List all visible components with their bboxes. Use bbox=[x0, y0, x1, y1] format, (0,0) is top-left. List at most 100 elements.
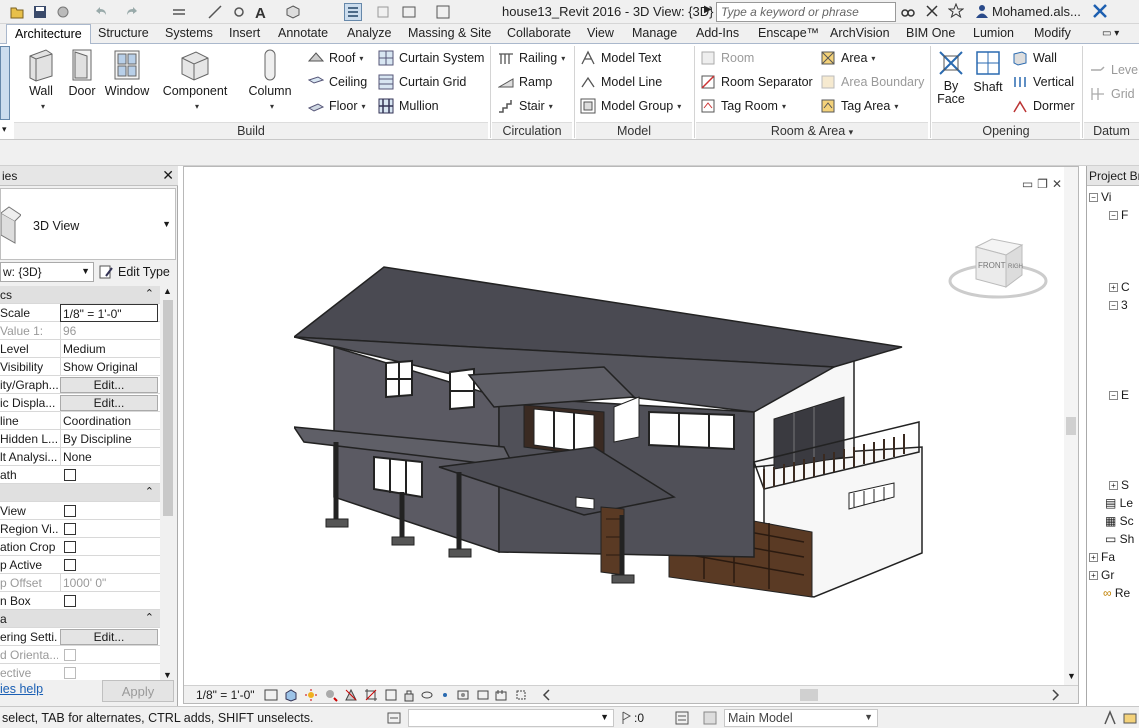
browser-item-families[interactable]: + Fa bbox=[1089, 550, 1115, 564]
property-row[interactable]: ective bbox=[0, 664, 160, 680]
view-vertical-scrollbar[interactable]: ▼ bbox=[1064, 167, 1078, 687]
house-3d-model[interactable] bbox=[294, 257, 944, 607]
stair-dropdown-icon[interactable]: ▾ bbox=[549, 102, 553, 111]
browser-item-views[interactable]: − Vi bbox=[1089, 190, 1111, 204]
property-value[interactable]: Medium bbox=[60, 340, 158, 358]
property-row[interactable]: ation Crop bbox=[0, 538, 160, 556]
tab-structure[interactable]: Structure bbox=[98, 26, 149, 40]
switch-windows-icon[interactable] bbox=[400, 3, 418, 21]
3d-view-icon[interactable] bbox=[284, 3, 302, 21]
property-checkbox[interactable] bbox=[64, 649, 76, 661]
active-workset-select[interactable]: ▼ bbox=[408, 709, 614, 727]
property-checkbox[interactable] bbox=[64, 523, 76, 535]
worksets-icon[interactable] bbox=[386, 710, 402, 726]
model-line-button[interactable]: Model Line bbox=[580, 72, 662, 92]
browser-item[interactable]: − E bbox=[1109, 388, 1129, 402]
undo-icon[interactable] bbox=[92, 3, 110, 21]
by-face-button[interactable]: By Face bbox=[934, 48, 968, 106]
mullion-button[interactable]: Mullion bbox=[378, 96, 439, 116]
modify-select-button[interactable] bbox=[0, 46, 10, 120]
shaft-button[interactable]: Shaft bbox=[970, 48, 1006, 94]
roof-button[interactable]: Roof ▾ bbox=[308, 48, 363, 68]
crop-view-icon[interactable] bbox=[364, 688, 378, 702]
browser-item[interactable]: − F bbox=[1109, 208, 1128, 222]
properties-help-link[interactable]: ies help bbox=[0, 682, 43, 696]
close-icon[interactable]: ✕ bbox=[162, 167, 174, 184]
reveal-hidden-icon[interactable] bbox=[438, 688, 452, 702]
tag-area-dropdown-icon[interactable]: ▾ bbox=[894, 102, 898, 111]
tab-archvision[interactable]: ArchVision bbox=[830, 26, 890, 40]
tag-room-dropdown-icon[interactable]: ▾ bbox=[782, 102, 786, 111]
dormer-button[interactable]: Dormer bbox=[1012, 96, 1075, 116]
property-edit-button[interactable]: Edit... bbox=[60, 629, 158, 645]
property-row[interactable]: d Orienta... bbox=[0, 646, 160, 664]
area-dropdown-icon[interactable]: ▾ bbox=[871, 54, 875, 63]
stair-button[interactable]: Stair ▾ bbox=[498, 96, 553, 116]
collapse-group-icon[interactable]: ⌃ bbox=[145, 287, 154, 300]
view-scale[interactable]: 1/8" = 1'-0" bbox=[196, 688, 255, 702]
property-row[interactable]: ath bbox=[0, 466, 160, 484]
browser-item-groups[interactable]: + Gr bbox=[1089, 568, 1114, 582]
view-cube[interactable]: FRONT RIGH bbox=[948, 235, 1048, 301]
property-row[interactable]: line Coordination bbox=[0, 412, 160, 430]
grid-button[interactable]: Grid bbox=[1090, 84, 1135, 104]
property-checkbox[interactable] bbox=[64, 595, 76, 607]
tab-annotate[interactable]: Annotate bbox=[278, 26, 328, 40]
property-row[interactable]: Scale 1/8" = 1'-0" bbox=[0, 304, 160, 322]
property-value[interactable]: By Discipline bbox=[60, 430, 158, 448]
tab-enscape[interactable]: Enscape™ bbox=[758, 26, 819, 40]
railing-dropdown-icon[interactable]: ▾ bbox=[561, 54, 565, 63]
room-button[interactable]: Room bbox=[700, 48, 754, 68]
type-dropdown-icon[interactable]: ▼ bbox=[162, 219, 171, 229]
property-row[interactable]: Region Vi... bbox=[0, 520, 160, 538]
browser-item-legends[interactable]: ▤ Le bbox=[1105, 496, 1133, 510]
property-value[interactable]: 1/8" = 1'-0" bbox=[60, 304, 158, 322]
property-row[interactable]: Level Medium bbox=[0, 340, 160, 358]
scroll-down-icon[interactable]: ▼ bbox=[163, 670, 172, 680]
property-row[interactable]: ic Displa... Edit... bbox=[0, 394, 160, 412]
floor-button[interactable]: Floor ▾ bbox=[308, 96, 366, 116]
property-value[interactable]: Coordination bbox=[60, 412, 158, 430]
property-checkbox[interactable] bbox=[64, 541, 76, 553]
collapse-group-icon[interactable]: ⌃ bbox=[145, 485, 154, 498]
property-checkbox[interactable] bbox=[64, 469, 76, 481]
dimension-icon[interactable] bbox=[206, 3, 224, 21]
rendering-icon[interactable] bbox=[344, 688, 358, 702]
column-dropdown-icon[interactable]: ▾ bbox=[270, 102, 274, 111]
property-row[interactable]: Visibility Show Original bbox=[0, 358, 160, 376]
area-boundary-button[interactable]: Area Boundary bbox=[820, 72, 924, 92]
area-button[interactable]: Area ▾ bbox=[820, 48, 875, 68]
save-icon[interactable] bbox=[31, 3, 49, 21]
tab-modify[interactable]: Modify bbox=[1034, 26, 1071, 40]
property-edit-button[interactable]: Edit... bbox=[60, 395, 158, 411]
analytical-model-icon[interactable] bbox=[476, 688, 490, 702]
tab-lumion[interactable]: Lumion bbox=[973, 26, 1014, 40]
binoculars-icon[interactable] bbox=[900, 3, 918, 21]
view-vertical-scroll-thumb[interactable] bbox=[1066, 417, 1076, 435]
door-button[interactable]: Door bbox=[66, 48, 98, 98]
tab-massing-site[interactable]: Massing & Site bbox=[408, 26, 491, 40]
3d-view-canvas[interactable]: ▭❐✕ FRONT RIGH ▼ 1/8" = 1'-0" bbox=[183, 166, 1079, 704]
model-text-button[interactable]: Model Text bbox=[580, 48, 661, 68]
property-row[interactable]: ity/Graph... Edit... bbox=[0, 376, 160, 394]
property-row[interactable]: p Offset 1000' 0" bbox=[0, 574, 160, 592]
browser-item-schedules[interactable]: ▦ Sc bbox=[1105, 514, 1134, 528]
property-row[interactable]: n Box bbox=[0, 592, 160, 610]
customize-qat-icon[interactable] bbox=[434, 3, 452, 21]
properties-scroll-thumb[interactable] bbox=[163, 300, 173, 516]
window-button[interactable]: Window bbox=[104, 48, 150, 98]
open-icon[interactable] bbox=[8, 3, 26, 21]
ramp-button[interactable]: Ramp bbox=[498, 72, 552, 92]
visual-style-icon[interactable] bbox=[284, 688, 298, 702]
railing-button[interactable]: Railing ▾ bbox=[498, 48, 565, 68]
component-dropdown-icon[interactable]: ▾ bbox=[195, 102, 199, 111]
select-underlay-icon[interactable] bbox=[1122, 710, 1138, 726]
minimize-view-icon[interactable]: ▭ bbox=[1022, 177, 1037, 191]
user-name[interactable]: Mohamed.als... bbox=[992, 4, 1081, 19]
instance-filter-select[interactable]: w: {3D} ▼ bbox=[0, 262, 94, 282]
view-scroll-down-icon[interactable]: ▼ bbox=[1067, 671, 1076, 681]
collapse-group-icon[interactable]: ⌃ bbox=[145, 611, 154, 624]
tab-manage[interactable]: Manage bbox=[632, 26, 677, 40]
editing-requests-icon[interactable] bbox=[620, 710, 634, 726]
column-button[interactable]: Column ▾ bbox=[246, 48, 294, 112]
